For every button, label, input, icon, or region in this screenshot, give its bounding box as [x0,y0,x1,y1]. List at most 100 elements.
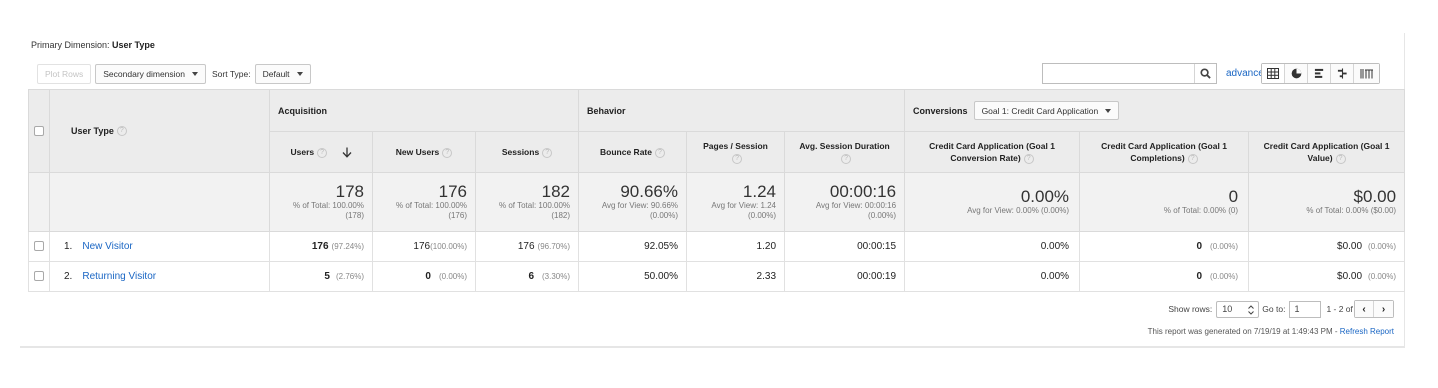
cell-value: 0 [1196,241,1203,252]
column-label: Credit Card Application (Goal 1 Conversi… [929,141,1055,163]
help-icon[interactable]: ? [841,153,852,164]
select-all-checkbox[interactable] [34,126,44,137]
column-label: Sessions [501,147,540,157]
cell-sessions: 6 (3.30%) [474,261,580,292]
help-icon[interactable]: ? [1023,153,1034,164]
percentage-view-button[interactable] [1285,64,1308,83]
column-header-completions[interactable]: Credit Card Application (Goal 1 Completi… [1079,131,1250,173]
dimension-header[interactable]: User Type? [49,89,270,173]
pager-buttons: ‹ › [1354,300,1394,318]
help-icon[interactable]: ? [442,147,453,158]
cell-new-users: 176(100.00%) [372,231,476,262]
comparison-view-button[interactable] [1331,64,1354,83]
chevron-down-icon [296,71,303,76]
total-value: $0.00% of Total: 0.00% ($0.00) [1248,172,1406,232]
total-sub: (0.00%) [868,211,897,220]
cell-completions: 0 (0.00%) [1079,261,1250,292]
pivot-view-button[interactable] [1354,64,1379,83]
row-select-cell [28,231,50,262]
column-header-users[interactable]: Users? [269,131,373,173]
total-conversion-rate: 0.00% Avg for View: 0.00% (0.00%) [904,172,1081,232]
data-view-button[interactable] [1262,64,1285,83]
stepper-icon [1248,304,1255,315]
cell-value: $0.00 [1337,271,1363,282]
cell-value: 0 [1196,271,1203,282]
total-sessions: 182% of Total: 100.00% (182) [474,172,580,232]
help-icon[interactable]: ? [542,147,553,158]
table-search-input[interactable] [1042,63,1217,84]
next-page-button[interactable]: › [1374,301,1393,317]
cell-percent: (0.00%) [1210,242,1239,251]
comparison-icon [1337,68,1347,79]
column-header-pages-session[interactable]: Pages / Session? [686,131,786,173]
total-sub: Avg for View: 90.66% [601,201,679,210]
view-switcher [1261,63,1380,84]
total-sub: % of Total: 100.00% [292,201,364,210]
bar-chart-icon [1314,68,1323,78]
cell-value: $0.00 [1337,241,1363,252]
goal-select-dropdown[interactable]: Goal 1: Credit Card Application [973,101,1120,120]
cell-value: 176 [311,241,329,252]
cell-pages-session: 2.33 [686,261,786,292]
total-sub: (178) [345,211,364,220]
goto-input[interactable]: 1 [1289,300,1322,318]
total-sub: (182) [551,211,571,220]
help-icon[interactable]: ? [655,147,665,158]
row-select-cell [28,261,50,292]
row-checkbox[interactable] [34,241,44,252]
total-bounce-rate: 90.66% Avg for View: 90.66% (0.00%) [578,172,688,232]
plot-rows-button[interactable]: Plot Rows [37,63,92,84]
column-label: Credit Card Application (Goal 1 Value) [1263,141,1390,163]
pie-chart-icon [1291,68,1301,79]
column-label: Pages / Session [703,141,768,151]
cell-sessions: 176 (96.70%) [474,231,580,262]
show-rows-value: 10 [1222,304,1233,314]
column-header-bounce-rate[interactable]: Bounce Rate? [578,131,688,173]
secondary-dimension-dropdown[interactable]: Secondary dimension [95,63,207,84]
acquisition-group-header: Acquisition [268,89,580,132]
cell-users: 176 (97.24%) [269,231,373,262]
column-label: New Users [395,147,440,157]
report-panel: Primary Dimension: User Type Plot Rows S… [20,33,1406,348]
sort-type-dropdown[interactable]: Default [254,63,311,84]
plot-rows-label: Plot Rows [45,68,84,79]
primary-dimension-label: Primary Dimension: [31,40,110,50]
help-icon[interactable]: ? [732,153,743,164]
help-icon[interactable]: ? [1335,153,1346,164]
total-pages-session: 1.24 Avg for View: 1.24 (0.00%) [686,172,786,232]
column-header-sessions[interactable]: Sessions? [474,131,580,173]
cell-pages-session: 1.20 [686,231,786,262]
row-index: 2. [64,271,73,282]
sort-type-label: Sort Type: [212,68,251,79]
row-checkbox[interactable] [34,271,44,282]
cell-completions: 0 (0.00%) [1079,231,1250,262]
row-dimension-cell: 2. Returning Visitor [49,261,270,292]
previous-page-button[interactable]: ‹ [1355,301,1374,317]
performance-view-button[interactable] [1308,64,1331,83]
column-header-value[interactable]: Credit Card Application (Goal 1 Value)? [1248,131,1406,173]
help-icon[interactable]: ? [116,126,127,137]
cell-percent: (100.00%) [430,242,467,251]
cell-percent: (0.00%) [1368,242,1397,251]
column-header-new-users[interactable]: New Users? [372,131,476,173]
refresh-report-link[interactable]: Refresh Report [1340,327,1394,336]
row-dimension-link[interactable]: New Visitor [82,241,132,252]
total-new-users: 176% of Total: 100.00% (176) [372,172,476,232]
search-button[interactable] [1194,64,1216,83]
column-header-avg-duration[interactable]: Avg. Session Duration? [784,131,906,173]
row-dimension-link[interactable]: Returning Visitor [82,271,156,282]
table-row: 2. Returning Visitor 5 (2.76%) 0 (0.00%) 6 (… [28,261,1406,292]
total-sub: (176) [448,211,467,220]
total-value: 176 [438,182,467,201]
cell-value: 6 [528,271,534,282]
column-label: Users [290,146,315,157]
cell-conversion-rate: 0.00% [904,231,1081,262]
cell-avg-duration: 00:00:19 [784,261,906,292]
cell-percent: (97.24%) [331,242,364,251]
help-icon[interactable]: ? [317,147,328,158]
help-icon[interactable]: ? [1187,153,1198,164]
column-header-conversion-rate[interactable]: Credit Card Application (Goal 1 Conversi… [904,131,1081,173]
total-sub: % of Total: 0.00% ($0.00) [1306,206,1397,215]
primary-dimension-value[interactable]: User Type [112,40,155,50]
show-rows-select[interactable]: 10 [1216,300,1260,318]
